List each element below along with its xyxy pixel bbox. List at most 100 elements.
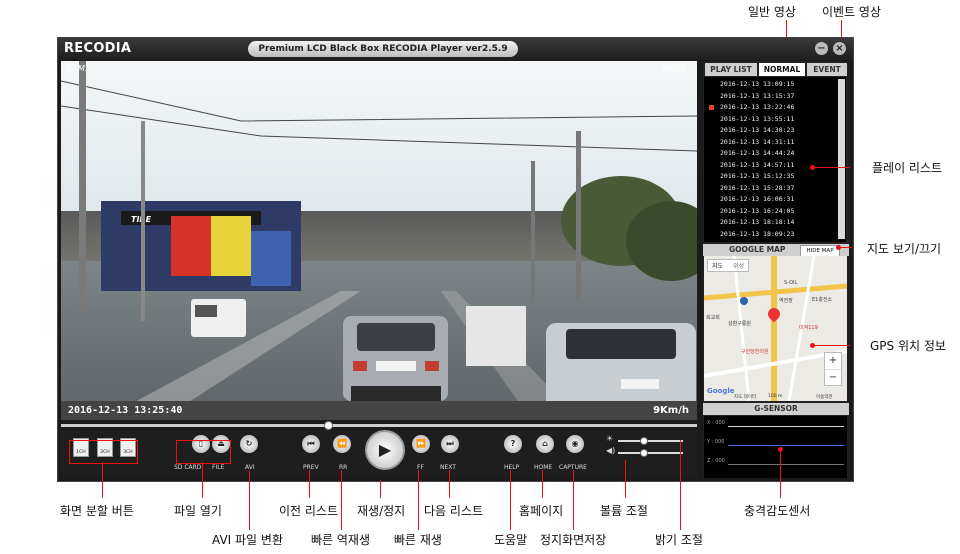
map-label: 역전장 (779, 298, 793, 304)
dashcam-scene: TIRE (61, 61, 697, 420)
zoom-in-button[interactable]: + (825, 353, 841, 369)
volume-icon: ◀) (606, 446, 616, 455)
gsensor-z-label: Z : 000 (707, 458, 725, 464)
map-view[interactable]: 지도 위성 S-OIL E1충전소 역전장 희교회 성환구룡원 미켜119 구인… (704, 256, 847, 401)
map-header: GOOGLE MAP HIDE MAP (703, 244, 849, 257)
playlist-item[interactable]: 2016-12-13 18:18:14 (720, 218, 794, 226)
camera-label: CAM1 (67, 64, 91, 73)
annotation-homepage: 홈페이지 (519, 504, 564, 518)
gsensor-x-line (728, 426, 844, 427)
playlist-item[interactable]: 2016-12-13 13:15:37 (720, 92, 794, 100)
callout-dot (810, 165, 815, 170)
prev-label: PREV (303, 464, 319, 471)
annotation-fast-play: 빠른 재생 (394, 533, 442, 547)
tab-normal[interactable]: NORMAL (759, 63, 805, 76)
map-label: 성환구룡원 (728, 321, 752, 327)
volume-knob[interactable] (639, 449, 648, 457)
callout-line (573, 470, 574, 530)
callout-line (341, 470, 342, 530)
map-title: GOOGLE MAP (729, 245, 786, 254)
playlist-item[interactable]: 2016-12-13 16:06:31 (720, 195, 794, 203)
map-type-map[interactable]: 지도 (712, 263, 723, 270)
gsensor-z-line (728, 464, 844, 465)
home-label: HOME (534, 464, 553, 471)
playlist-item[interactable]: 2016-12-13 16:24:05 (720, 207, 794, 215)
callout-line (380, 480, 381, 498)
annotation-capture: 정지화면저장 (540, 533, 607, 547)
video-timestamp: 2016-12-13 13:25:40 (68, 405, 183, 416)
annotation-brightness: 밝기 조절 (655, 533, 703, 547)
seek-bar[interactable] (61, 421, 697, 430)
home-icon[interactable]: ⌂ (536, 435, 554, 453)
playlist-item[interactable]: 2016-12-13 15:28:37 (720, 184, 794, 192)
playlist-item[interactable]: 2016-12-13 14:57:11 (720, 161, 794, 169)
annotation-normal-video: 일반 영상 (748, 5, 796, 19)
annotation-fast-reverse: 빠른 역재생 (311, 533, 371, 547)
tab-play-list[interactable]: PLAY LIST (705, 63, 757, 76)
file-label: FILE (212, 464, 225, 471)
annotation-event-video: 이벤트 영상 (822, 5, 882, 19)
right-panel: PLAY LIST NORMAL EVENT 2016-12-13 13:09:… (703, 61, 849, 478)
map-label: 구인당한의원 (741, 349, 769, 355)
map-type-satellite[interactable]: 위성 (733, 263, 744, 270)
callout-dot (810, 343, 815, 348)
playlist-item[interactable]: 2016-12-13 18:09:23 (720, 230, 794, 238)
minimize-icon[interactable]: − (815, 42, 828, 55)
zoom-out-button[interactable]: − (825, 369, 841, 386)
help-label: HELP (504, 464, 520, 471)
brightness-knob[interactable] (639, 437, 648, 445)
next-icon[interactable]: ⏭ (441, 435, 459, 453)
map-scale: 100 m (768, 394, 783, 399)
gsensor-y-label: Y : 000 (707, 439, 725, 445)
video-viewport[interactable]: TIRE (61, 61, 697, 420)
prev-icon[interactable]: ⏮ (302, 435, 320, 453)
playlist-item[interactable]: 2016-12-13 14:30:23 (720, 126, 794, 134)
playlist-item[interactable]: 2016-12-13 15:12:35 (720, 172, 794, 180)
fast-forward-icon[interactable]: ⏩ (412, 435, 430, 453)
gsensor-x-label: X : 000 (707, 420, 725, 426)
callout-line (812, 345, 850, 346)
sd-card-label: SD CARD (174, 464, 202, 471)
callout-line (812, 167, 850, 168)
map-data-label: 지도 데이터 (734, 395, 757, 400)
annotation-map-toggle: 지도 보기/끄기 (867, 242, 942, 256)
playlist-item[interactable]: 2016-12-13 14:44:24 (720, 149, 794, 157)
annotation-prev-list: 이전 리스트 (279, 504, 339, 518)
video-speed: 9Km/h (653, 405, 689, 416)
help-icon[interactable]: ? (504, 435, 522, 453)
google-logo: Google (707, 387, 735, 395)
seek-knob[interactable] (324, 421, 334, 430)
current-item-marker-icon (709, 105, 714, 110)
annotation-next-list: 다음 리스트 (424, 504, 484, 518)
volume-slider[interactable] (618, 449, 683, 457)
player-window: RECODIA Premium LCD Black Box RECODIA Pl… (57, 37, 854, 482)
playlist-item[interactable]: 2016-12-13 14:31:11 (720, 138, 794, 146)
annotation-play-list: 플레이 리스트 (872, 161, 943, 175)
tab-event[interactable]: EVENT (807, 63, 847, 76)
callout-line (780, 450, 781, 498)
gsensor-header: G-SENSOR (703, 403, 849, 415)
annotation-play-stop: 재생/정지 (357, 504, 406, 518)
map-label: E1충전소 (812, 297, 833, 303)
playlist-item[interactable]: 2016-12-13 13:22:46 (720, 103, 794, 111)
capture-icon[interactable]: ◉ (566, 435, 584, 453)
brightness-slider[interactable] (618, 437, 683, 445)
map-type-tabs: 지도 위성 (707, 259, 750, 272)
callout-line (625, 460, 626, 498)
playlist-item[interactable]: 2016-12-13 13:55:11 (720, 115, 794, 123)
playlist-item[interactable]: 2016-12-13 13:09:15 (720, 80, 794, 88)
map-label: 미켜119 (799, 325, 818, 331)
playlist-scrollbar[interactable] (838, 79, 845, 239)
map-label: S-OIL (784, 280, 798, 286)
next-label: NEXT (440, 464, 456, 471)
callout-dot (836, 245, 841, 250)
annotation-avi-convert: AVI 파일 변환 (212, 533, 283, 547)
close-icon[interactable]: × (833, 42, 846, 55)
rewind-icon[interactable]: ⏪ (333, 435, 351, 453)
annotation-help: 도움말 (494, 533, 528, 547)
callout-line (680, 440, 681, 530)
avi-convert-icon[interactable]: ↻ (240, 435, 258, 453)
play-button[interactable]: ▶ (365, 430, 405, 470)
map-label: 희교회 (706, 315, 720, 321)
gsensor-y-line (728, 445, 844, 446)
